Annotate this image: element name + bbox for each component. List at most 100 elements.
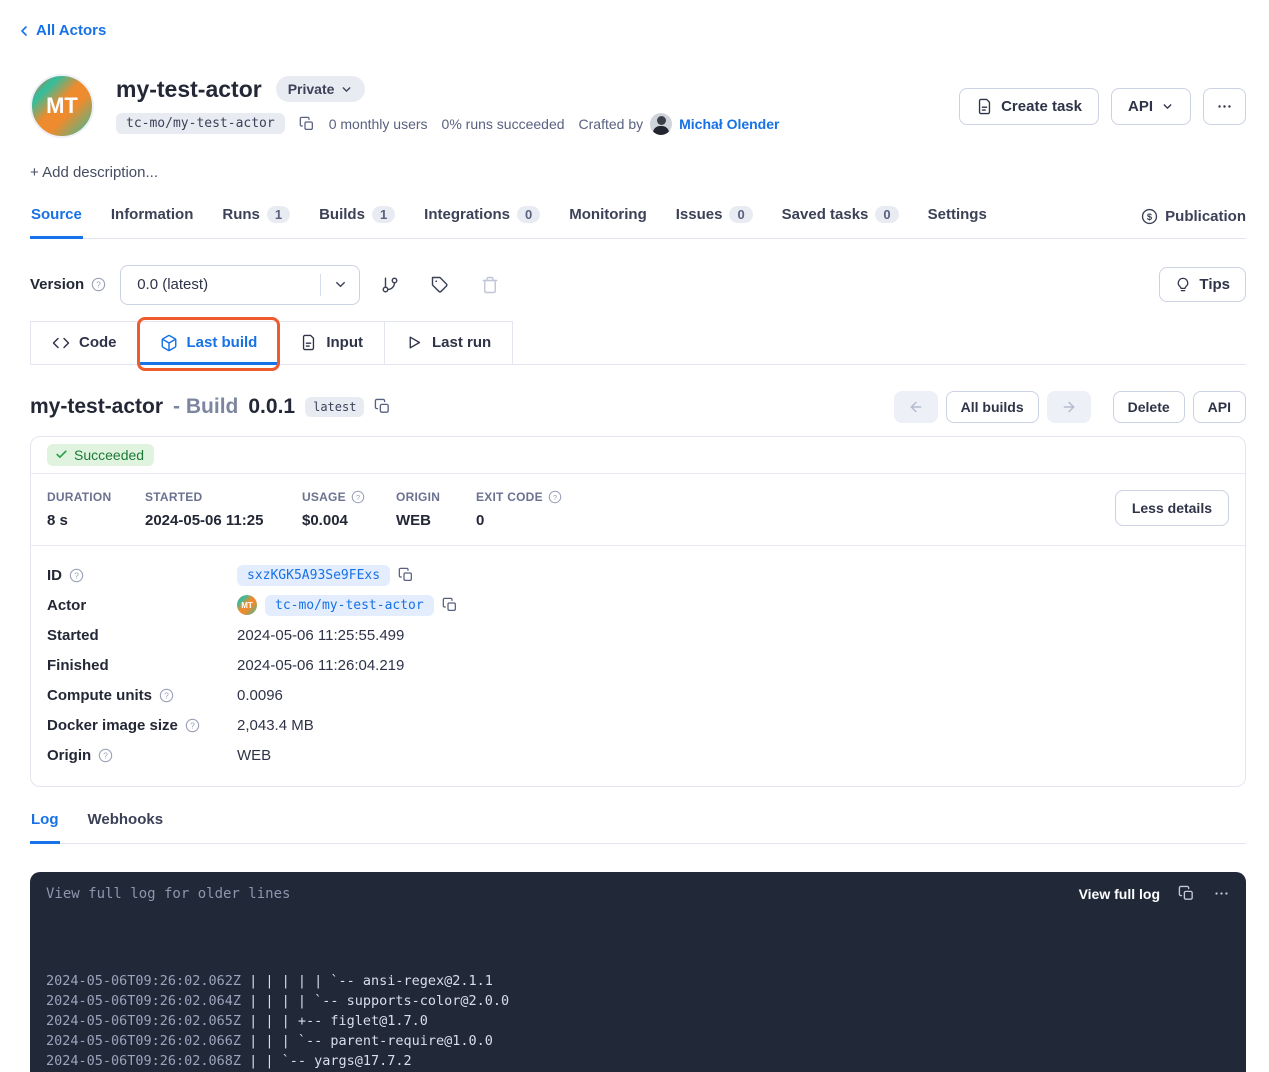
api-dropdown-button[interactable]: API — [1111, 88, 1191, 125]
usage-help-icon[interactable]: ? — [351, 490, 365, 504]
chevron-down-icon — [321, 277, 359, 292]
copy-build-button[interactable] — [374, 398, 391, 415]
log-tab-label: Log — [31, 811, 59, 828]
stat-duration-value: 8 s — [47, 512, 145, 529]
main-tab[interactable]: Builds 1 — [318, 202, 396, 239]
view-full-log-button[interactable]: View full log — [1079, 886, 1160, 902]
build-details: ID ? sxzKGK5A93Se9FExs Actor MT — [31, 545, 1245, 786]
copy-id-button[interactable] — [398, 567, 414, 583]
actor-avatar-small: MT — [237, 595, 257, 615]
stat-exit-code-label: EXIT CODE — [476, 490, 543, 504]
log-tab[interactable]: Log — [30, 807, 60, 844]
stat-usage-label: USAGE — [302, 490, 346, 504]
log-text: | | | +-- figlet@1.7.0 — [249, 1013, 428, 1029]
tag-icon — [431, 276, 449, 294]
version-label-group: Version ? — [30, 276, 106, 293]
main-tab-count: 1 — [267, 206, 290, 223]
build-stats: DURATION 8 s STARTED 2024-05-06 11:25 US… — [31, 474, 1245, 545]
build-card: Succeeded DURATION 8 s STARTED 2024-05-0… — [30, 436, 1246, 788]
tag-button[interactable] — [420, 265, 460, 305]
visibility-label: Private — [288, 81, 335, 97]
compute-units-help-icon[interactable]: ? — [159, 688, 174, 703]
main-tab[interactable]: Integrations 0 — [423, 202, 541, 239]
docker-size-help-icon[interactable]: ? — [185, 718, 200, 733]
build-api-button[interactable]: API — [1193, 391, 1246, 423]
crafted-by: Crafted by Michał Olender — [579, 113, 780, 135]
main-tab-label: Issues — [676, 206, 723, 223]
all-builds-button[interactable]: All builds — [946, 391, 1039, 423]
version-help-icon[interactable]: ? — [91, 277, 106, 292]
tips-button[interactable]: Tips — [1159, 267, 1246, 302]
main-tab-label: Information — [111, 206, 194, 223]
copy-handle-button[interactable] — [299, 116, 315, 132]
main-tab-count: 1 — [372, 206, 395, 223]
main-tab[interactable]: Source — [30, 202, 83, 239]
source-subtabs: Code Last build Input Last run — [30, 321, 1246, 365]
more-actions-button[interactable] — [1203, 88, 1246, 125]
detail-finished-value: 2024-05-06 11:26:04.219 — [237, 657, 404, 674]
breadcrumb-all-actors[interactable]: All Actors — [16, 22, 106, 39]
tab-last-build-label: Last build — [187, 334, 258, 351]
git-branch-icon — [381, 276, 399, 294]
tab-publication[interactable]: $ Publication — [1141, 208, 1246, 238]
exit-code-help-icon[interactable]: ? — [548, 490, 562, 504]
detail-started-label: Started — [47, 627, 237, 644]
next-build-button[interactable] — [1047, 391, 1091, 423]
log-line: 2024-05-06T09:26:02.066Z| | | `-- parent… — [46, 1031, 1230, 1051]
create-task-button[interactable]: Create task — [959, 88, 1099, 125]
detail-row-finished: Finished 2024-05-06 11:26:04.219 — [47, 650, 1229, 680]
actor-link-badge[interactable]: tc-mo/my-test-actor — [265, 595, 434, 616]
main-tab-label: Monitoring — [569, 206, 646, 223]
view-older-lines-link[interactable]: View full log for older lines — [46, 886, 290, 902]
log-tab[interactable]: Webhooks — [87, 807, 165, 844]
main-tab[interactable]: Information — [110, 202, 195, 239]
detail-id-label: ID — [47, 567, 62, 584]
id-help-icon[interactable]: ? — [69, 568, 84, 583]
copy-log-button[interactable] — [1178, 885, 1195, 902]
log-text: | | | | | `-- ansi-regex@2.1.1 — [249, 973, 493, 989]
chevron-down-icon — [1161, 100, 1174, 113]
log-line: 2024-05-06T09:26:02.068Z| | `-- yargs@17… — [46, 1051, 1230, 1071]
stat-exit-code: EXIT CODE ? 0 — [476, 486, 562, 529]
copy-icon — [398, 567, 414, 583]
lightbulb-icon — [1175, 277, 1191, 293]
detail-started-value: 2024-05-06 11:25:55.499 — [237, 627, 404, 644]
version-select[interactable]: 0.0 (latest) — [120, 265, 360, 305]
chevron-down-icon — [340, 83, 353, 96]
check-icon — [55, 448, 68, 461]
main-tab[interactable]: Runs 1 — [221, 202, 291, 239]
log-more-button[interactable] — [1213, 885, 1230, 902]
page-title: my-test-actor — [116, 76, 262, 103]
tab-code[interactable]: Code — [30, 321, 138, 364]
monthly-users-stat: 0 monthly users — [329, 116, 428, 132]
detail-row-actor: Actor MT tc-mo/my-test-actor — [47, 590, 1229, 620]
copy-icon — [442, 597, 458, 613]
svg-text:?: ? — [103, 751, 108, 760]
tab-input[interactable]: Input — [278, 321, 384, 364]
copy-actor-button[interactable] — [442, 597, 458, 613]
main-tab[interactable]: Issues 0 — [675, 202, 754, 239]
tab-last-build[interactable]: Last build — [138, 321, 279, 364]
add-description-button[interactable]: + Add description... — [30, 164, 158, 181]
main-tab[interactable]: Monitoring — [568, 202, 647, 239]
origin-help-icon[interactable]: ? — [98, 748, 113, 763]
create-task-label: Create task — [1001, 98, 1082, 115]
stat-origin-label: ORIGIN — [396, 490, 440, 504]
build-actions: All builds Delete API — [894, 391, 1246, 423]
detail-row-compute-units: Compute units ? 0.0096 — [47, 680, 1229, 710]
visibility-dropdown[interactable]: Private — [276, 76, 366, 102]
tab-last-run[interactable]: Last run — [384, 321, 513, 364]
status-label: Succeeded — [74, 447, 144, 463]
previous-build-button[interactable] — [894, 391, 938, 423]
less-details-button[interactable]: Less details — [1115, 490, 1229, 526]
copy-icon — [1178, 885, 1195, 902]
main-tab[interactable]: Saved tasks 0 — [781, 202, 900, 239]
git-branch-button[interactable] — [370, 265, 410, 305]
main-tab[interactable]: Settings — [927, 202, 988, 239]
delete-build-button[interactable]: Delete — [1113, 391, 1185, 423]
trash-icon — [481, 276, 499, 294]
delete-version-button[interactable] — [470, 265, 510, 305]
detail-row-origin: Origin ? WEB — [47, 740, 1229, 770]
arrow-right-icon — [1061, 399, 1077, 415]
author-link[interactable]: Michał Olender — [679, 116, 779, 132]
